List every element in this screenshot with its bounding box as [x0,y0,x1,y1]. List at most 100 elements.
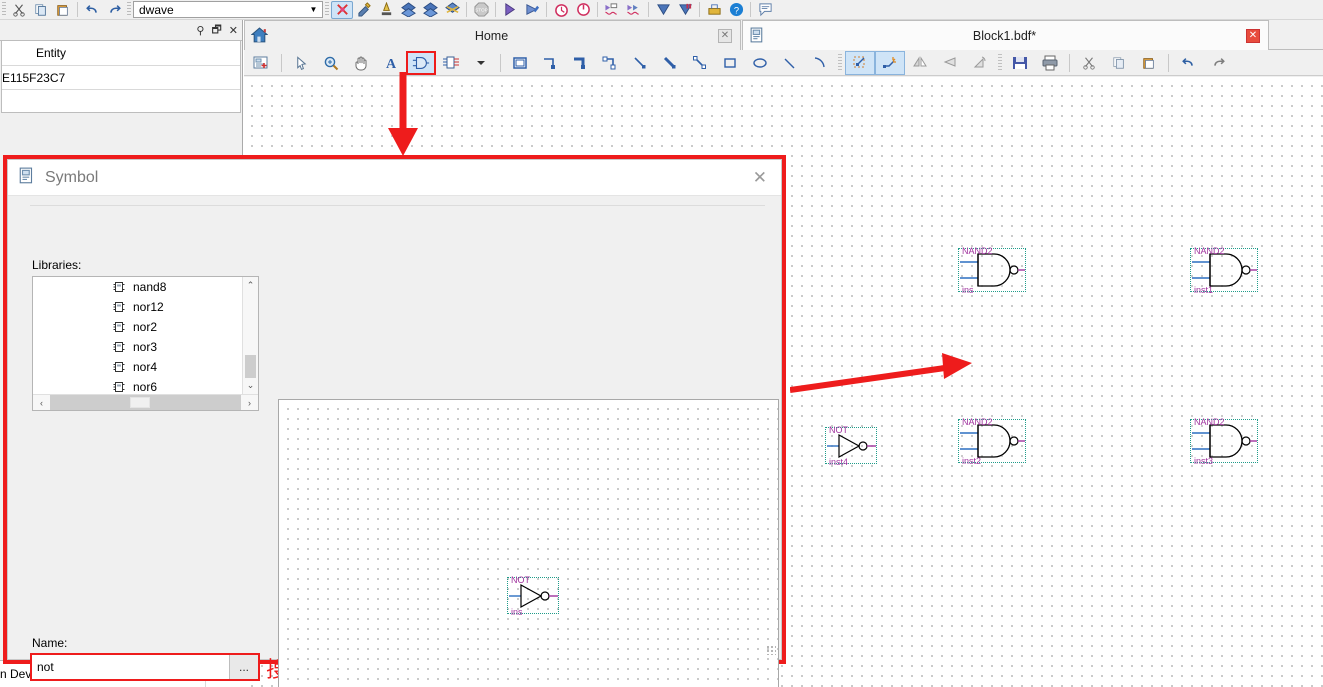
compile-design-icon[interactable] [353,1,375,19]
new-symbol-icon[interactable] [247,51,277,75]
copy-icon[interactable] [30,1,52,19]
analysis-elaboration-icon[interactable] [521,1,543,19]
device-programmer-icon[interactable] [703,1,725,19]
toolbar-grip-2[interactable] [998,53,1002,72]
scroll-right-icon[interactable]: › [241,398,258,408]
timequest-icon[interactable] [572,1,594,19]
close-icon[interactable]: ✕ [718,28,732,43]
flip-vertical-icon[interactable] [935,51,965,75]
cut-icon[interactable] [1074,51,1104,75]
paste-icon[interactable] [1134,51,1164,75]
start-analysis-icon[interactable] [499,1,521,19]
toolbar-grip-3[interactable] [325,2,329,17]
print-icon[interactable] [1035,51,1065,75]
programmer-pause-icon[interactable] [674,1,696,19]
settings-icon[interactable] [441,1,463,19]
tab-block1-bdf[interactable]: Block1.bdf* ✕ [742,20,1269,50]
resize-grip[interactable] [766,645,776,655]
libraries-listbox[interactable]: nand8nor12nor2nor3nor4nor6nor8notor12 ⌃ … [32,276,259,411]
tab-home[interactable]: Home ✕ [244,20,741,50]
schematic-gate-inst2[interactable]: NAND2 inst2 [958,417,1026,466]
entity-row[interactable]: E115F23C7 [2,66,240,90]
redo-icon[interactable] [103,1,125,19]
library-item-nor2[interactable]: nor2 [33,317,242,337]
close-icon[interactable]: ✕ [753,168,767,188]
svg-text:STOP: STOP [475,7,488,12]
save-icon[interactable] [1005,51,1035,75]
browse-button[interactable]: ... [230,655,258,679]
text-tool-icon[interactable]: A [376,51,406,75]
oval-icon[interactable] [745,51,775,75]
vscroll-thumb[interactable] [245,355,256,378]
close-icon-red[interactable]: ✕ [1246,28,1260,43]
scroll-down-icon[interactable]: ⌄ [243,377,258,394]
partial-line-selection-icon[interactable] [875,50,905,75]
line-icon[interactable] [775,51,805,75]
start-compilation-icon[interactable] [375,1,397,19]
paste-icon[interactable] [52,1,74,19]
messages-icon[interactable] [754,1,776,19]
project-combo[interactable]: dwave ▼ [133,1,323,18]
rotate-icon[interactable] [965,51,995,75]
stop-icon[interactable]: STOP [470,1,492,19]
orthogonal-node-line-icon[interactable] [535,51,565,75]
scroll-up-icon[interactable]: ⌃ [243,277,258,294]
flip-horizontal-icon[interactable] [905,51,935,75]
start-fitter-icon[interactable] [601,1,623,19]
libraries-list[interactable]: nand8nor12nor2nor3nor4nor6nor8notor12 [33,277,242,394]
arc-icon[interactable] [805,51,835,75]
select-tool-icon[interactable] [286,51,316,75]
orthogonal-bus-line-icon[interactable] [565,51,595,75]
undo-icon[interactable] [81,1,103,19]
analysis-synthesis-icon[interactable] [331,0,353,19]
chevron-down-icon[interactable]: ▼ [305,2,322,17]
library-symbol-icon [111,321,127,333]
diagonal-conduit-line-icon[interactable] [685,51,715,75]
hscroll-thumb[interactable] [130,397,151,408]
pin-planner-icon[interactable] [419,1,441,19]
close-icon[interactable]: ✕ [229,24,238,37]
orthogonal-conduit-line-icon[interactable] [595,51,625,75]
pin-icon[interactable]: ⚲ [196,24,204,37]
name-input[interactable] [32,655,230,679]
toolbar-grip[interactable] [838,53,842,72]
diagonal-node-line-icon[interactable] [625,51,655,75]
schematic-gate-inst4[interactable]: NOT inst4 [825,425,877,467]
rectangle-icon[interactable] [715,51,745,75]
programmer-blue-icon[interactable] [652,1,674,19]
assignment-editor-icon[interactable] [397,1,419,19]
block-shape-icon[interactable] [505,51,535,75]
schematic-gate-inst3[interactable]: NAND2 inst3 [1190,417,1258,466]
library-item-nor6[interactable]: nor6 [33,377,242,394]
toolbar-grip[interactable] [2,2,6,17]
library-item-nand8[interactable]: nand8 [33,277,242,297]
cut-icon[interactable] [8,1,30,19]
toolbar-grip-2[interactable] [127,2,131,17]
rubberbanding-icon[interactable] [845,50,875,75]
library-item-nor4[interactable]: nor4 [33,357,242,377]
copy-icon[interactable] [1104,51,1134,75]
hand-tool-icon[interactable] [346,51,376,75]
library-item-nor3[interactable]: nor3 [33,337,242,357]
help-icon[interactable]: ? [725,1,747,19]
library-item-nor12[interactable]: nor12 [33,297,242,317]
timing-analyzer-icon[interactable] [550,1,572,19]
undo-icon[interactable] [1173,51,1203,75]
start-assembler-icon[interactable] [623,1,645,19]
diagonal-bus-line-icon[interactable] [655,51,685,75]
libraries-horizontal-scrollbar[interactable]: ‹ › [33,394,258,410]
symbol-tool-icon[interactable] [406,50,436,75]
dropdown-arrow-icon[interactable] [466,51,496,75]
toolbar-separator-6 [597,2,598,17]
zoom-tool-icon[interactable] [316,51,346,75]
schematic-gate-inst1[interactable]: NAND2 inst1 [1190,246,1258,295]
schematic-gate-ins[interactable]: NAND2 ins [958,246,1026,295]
block-tool-icon[interactable] [436,51,466,75]
symbol-preview[interactable]: NOT ins [278,399,779,687]
scroll-left-icon[interactable]: ‹ [33,398,50,408]
preview-gate-not[interactable]: NOT ins [507,575,559,617]
redo-icon[interactable] [1203,51,1233,75]
restore-icon[interactable]: 🗗 [211,21,221,40]
libraries-vertical-scrollbar[interactable]: ⌃ ⌄ [242,277,258,394]
hscroll-track[interactable] [50,395,241,410]
